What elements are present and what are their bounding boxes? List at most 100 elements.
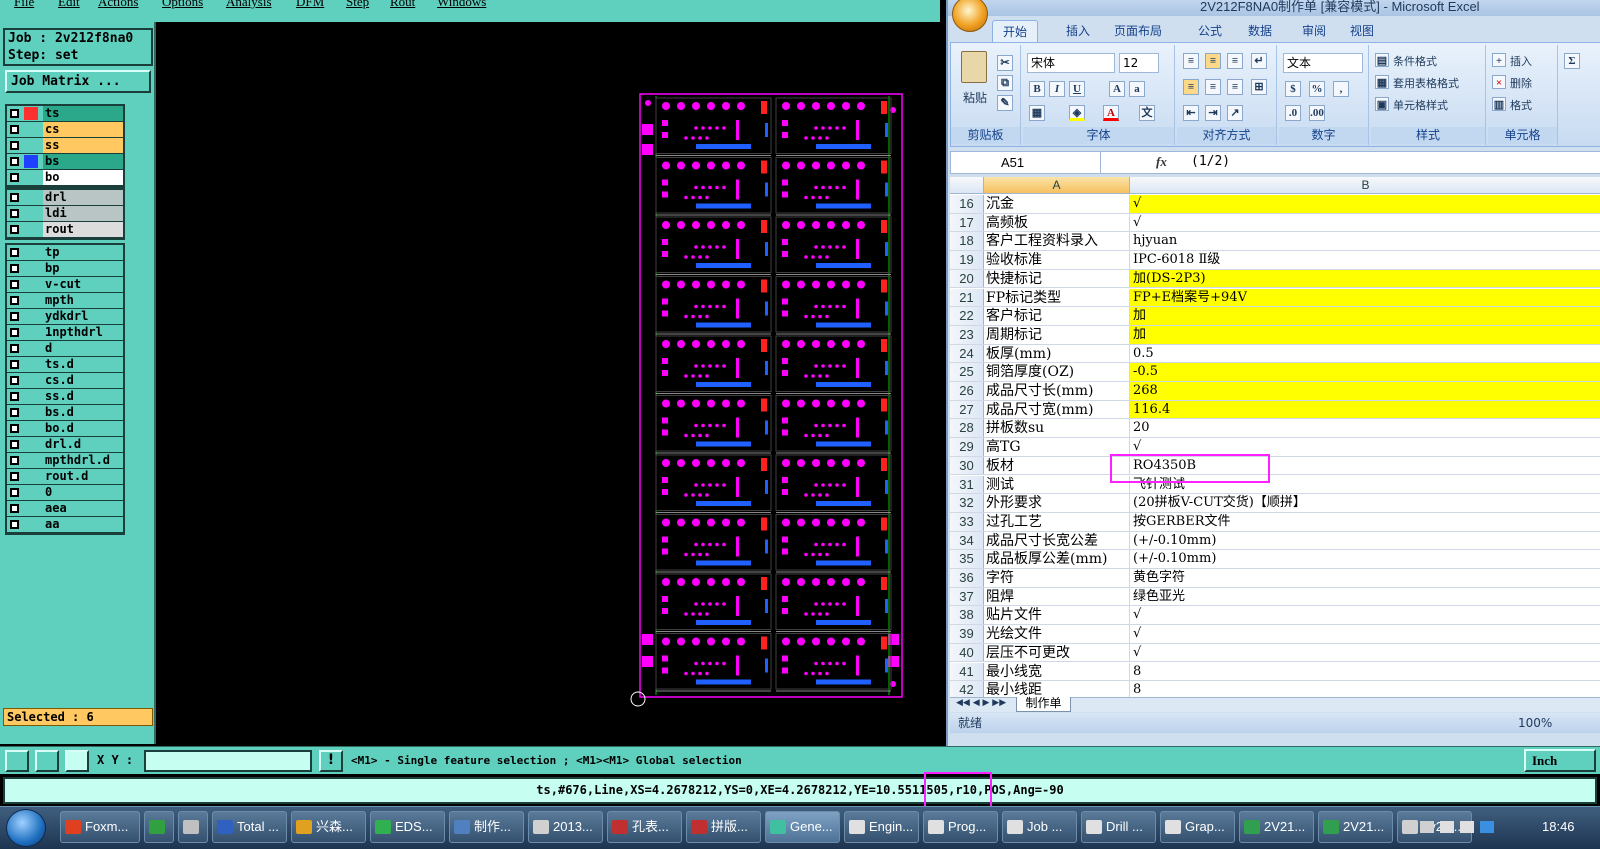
cell-b[interactable]: 加(DS-2P3) (1130, 269, 1600, 288)
taskbar-item[interactable]: 制作... (449, 811, 524, 843)
number-format-select[interactable]: 文本 (1283, 53, 1363, 73)
cell-a[interactable]: 成品尺寸长(mm) (984, 382, 1130, 400)
row-number[interactable]: 17 (950, 213, 984, 232)
cell-a[interactable]: 拼板数su (984, 419, 1130, 438)
taskbar-item[interactable]: Grap... (1160, 811, 1235, 843)
layer-row-0[interactable]: 0 (7, 485, 123, 501)
name-box[interactable]: A51 (951, 152, 1101, 173)
layer-row-drl.d[interactable]: drl.d (7, 437, 123, 453)
layer-row-aea[interactable]: aea (7, 501, 123, 517)
decrease-decimal-icon[interactable]: .00 (1309, 105, 1325, 121)
taskbar-item[interactable]: 孔表... (607, 811, 682, 843)
row-number[interactable]: 23 (950, 325, 984, 344)
row-number[interactable]: 42 (950, 681, 984, 697)
cell-a[interactable]: 高TG (984, 438, 1130, 456)
layer-checkbox[interactable] (10, 125, 19, 134)
units-button[interactable]: Inch (1524, 749, 1596, 772)
align-left-icon[interactable]: ≡ (1183, 79, 1199, 95)
ribbon-tab[interactable]: 公式 (1198, 22, 1222, 39)
taskbar-item[interactable]: 2V21... (1318, 811, 1393, 843)
fx-icon[interactable]: fx (1156, 154, 1167, 170)
cell-b[interactable]: (20拼板V-CUT交货)【顺拼】 (1130, 494, 1600, 512)
snap-icon[interactable] (5, 750, 29, 772)
row-number[interactable]: 31 (950, 475, 984, 494)
sheet-nav-icon[interactable]: ◀◀ ◀ ▶ ▶▶ (956, 698, 1006, 708)
cell-b[interactable]: √ (1130, 195, 1600, 213)
taskbar-item[interactable]: Foxm... (60, 811, 140, 843)
row-number[interactable]: 33 (950, 512, 984, 531)
font-size-select[interactable]: 12 (1119, 53, 1159, 73)
table-format-button[interactable]: 套用表格格式 (1393, 75, 1459, 91)
row-number[interactable]: 36 (950, 569, 984, 587)
layer-row-rout[interactable]: rout (7, 222, 123, 238)
layer-checkbox[interactable] (10, 392, 19, 401)
phonetic-icon[interactable]: 文 (1139, 105, 1155, 121)
row-number[interactable]: 25 (950, 363, 984, 381)
genesis-graphic-area[interactable] (158, 27, 943, 744)
align-right-icon[interactable]: ≡ (1227, 79, 1243, 95)
cell-b[interactable]: 20 (1130, 419, 1600, 437)
taskbar-item[interactable]: 2013... (528, 811, 603, 843)
increase-decimal-icon[interactable]: .0 (1285, 105, 1301, 121)
column-header-b[interactable]: B (1130, 177, 1600, 194)
bold-icon[interactable]: B (1029, 81, 1045, 97)
cell-a[interactable]: 板材 (984, 456, 1130, 475)
job-matrix-button[interactable]: Job Matrix ... (5, 70, 151, 93)
layer-checkbox[interactable] (10, 520, 19, 529)
row-number[interactable]: 40 (950, 643, 984, 662)
cell-a[interactable]: 光绘文件 (984, 625, 1130, 643)
cell-a[interactable]: 成品尺寸长宽公差 (984, 531, 1130, 550)
layer-row-v-cut[interactable]: v-cut (7, 277, 123, 293)
align-bottom-icon[interactable]: ≡ (1227, 53, 1243, 69)
tray-icon[interactable] (1480, 821, 1494, 833)
currency-icon[interactable]: $ (1285, 81, 1301, 97)
row-number[interactable]: 30 (950, 456, 984, 475)
layer-row-ldi[interactable]: ldi (7, 206, 123, 222)
taskbar-item[interactable]: Job ... (1002, 811, 1077, 843)
row-number[interactable]: 26 (950, 382, 984, 400)
row-number[interactable]: 29 (950, 438, 984, 456)
shrink-font-icon[interactable]: a (1129, 81, 1145, 97)
menu-analysis[interactable]: Analysis (226, 0, 272, 10)
layer-row-bo.d[interactable]: bo.d (7, 421, 123, 437)
row-number[interactable]: 19 (950, 251, 984, 269)
row-number[interactable]: 32 (950, 494, 984, 512)
row-number[interactable]: 16 (950, 195, 984, 213)
align-middle-icon[interactable]: ≡ (1205, 53, 1221, 69)
layer-checkbox[interactable] (10, 280, 19, 289)
autosum-icon[interactable]: Σ (1564, 53, 1580, 69)
cell-a[interactable]: 层压不可更改 (984, 643, 1130, 662)
taskbar-item[interactable]: Drill ... (1081, 811, 1156, 843)
comma-icon[interactable]: , (1333, 81, 1349, 97)
layer-checkbox[interactable] (10, 504, 19, 513)
cell-a[interactable]: 客户工程资料录入 (984, 232, 1130, 251)
menu-windows[interactable]: Windows (437, 0, 486, 10)
pcb-panel-view[interactable] (158, 27, 943, 744)
layer-checkbox[interactable] (10, 408, 19, 417)
cell-a[interactable]: 成品尺寸宽(mm) (984, 400, 1130, 419)
cell-b[interactable]: 绿色亚光 (1130, 588, 1600, 606)
layer-checkbox[interactable] (10, 344, 19, 353)
cell-b[interactable]: 按GERBER文件 (1130, 513, 1600, 531)
layer-row-ts.d[interactable]: ts.d (7, 357, 123, 373)
layer-checkbox[interactable] (10, 173, 19, 182)
cell-b[interactable]: FP+E档案号+94V (1130, 288, 1600, 307)
row-number[interactable]: 24 (950, 344, 984, 363)
layer-row-bo[interactable]: bo (7, 170, 123, 186)
layer-checkbox[interactable] (10, 376, 19, 385)
cell-b[interactable]: √ (1130, 214, 1600, 232)
increase-indent-icon[interactable]: ⇥ (1205, 105, 1221, 121)
start-button[interactable] (6, 809, 46, 847)
layer-row-ss.d[interactable]: ss.d (7, 389, 123, 405)
cell-styles-button[interactable]: 单元格样式 (1393, 97, 1448, 113)
paste-button[interactable]: 粘贴 (963, 89, 987, 106)
merge-cells-icon[interactable]: ⊞ (1251, 79, 1267, 95)
clock[interactable]: 18:46 (1542, 819, 1575, 834)
tray-icon[interactable] (1460, 821, 1474, 833)
layer-row-mpthdrl.d[interactable]: mpthdrl.d (7, 453, 123, 469)
cell-a[interactable]: 客户标记 (984, 307, 1130, 325)
layer-row-bs.d[interactable]: bs.d (7, 405, 123, 421)
alert-icon[interactable]: ! (319, 750, 343, 772)
menu-edit[interactable]: Edit (58, 0, 80, 10)
copy-icon[interactable]: ⧉ (997, 75, 1013, 91)
